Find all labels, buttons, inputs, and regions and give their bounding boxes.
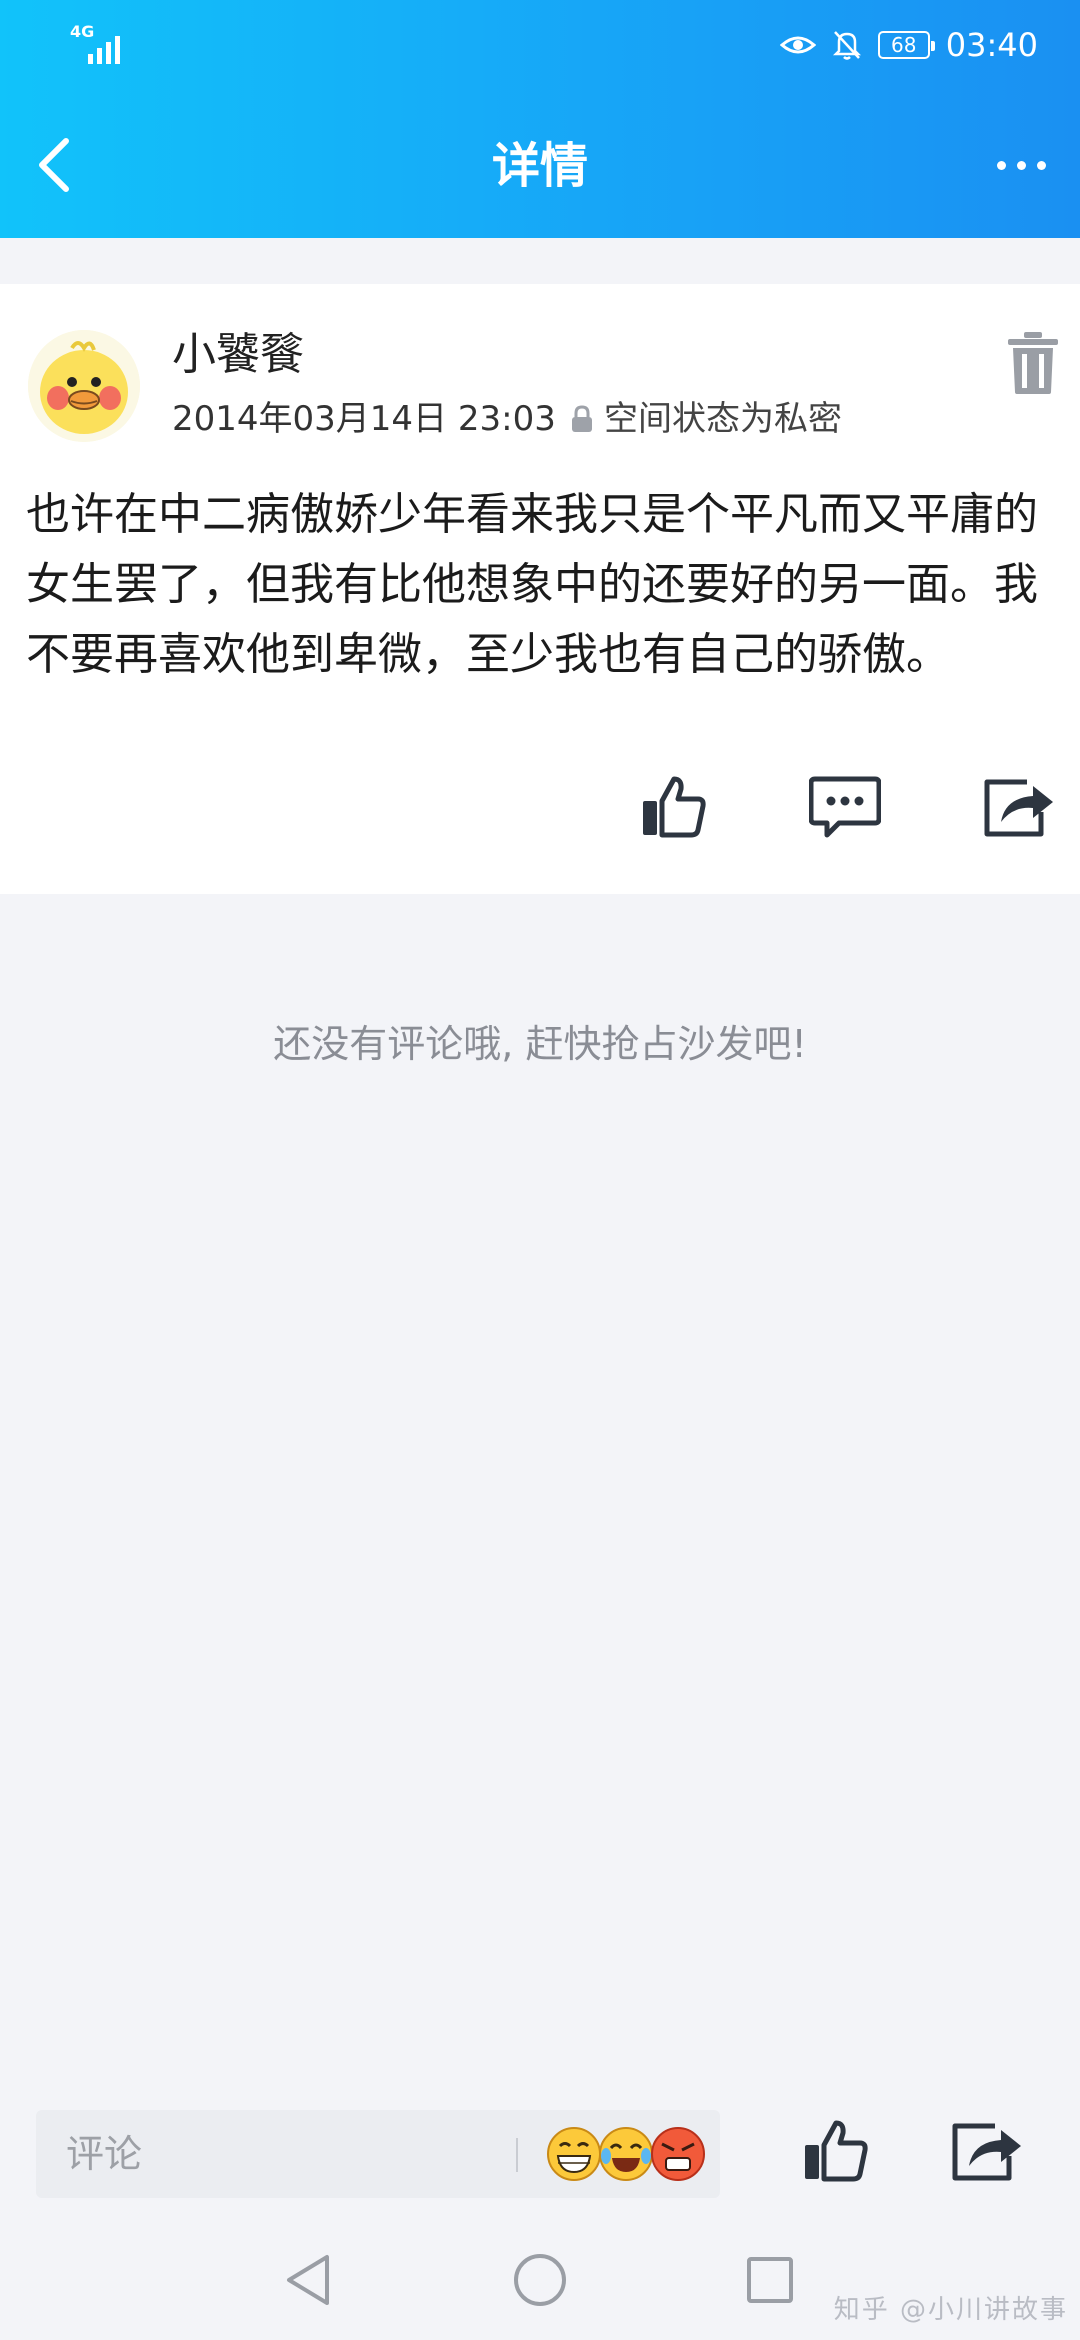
delete-button[interactable] xyxy=(1004,330,1062,396)
page-title: 详情 xyxy=(491,138,588,194)
watermark: 知乎 @小川讲故事 xyxy=(833,2295,1068,2325)
eye-icon xyxy=(779,36,816,54)
nav-home-button[interactable] xyxy=(508,2248,572,2312)
angry-emoji-icon xyxy=(651,2127,705,2181)
comment-input[interactable] xyxy=(66,2110,506,2198)
emoji-button[interactable] xyxy=(542,2126,712,2184)
comment-box[interactable] xyxy=(36,2110,720,2198)
clock: 03:40 xyxy=(945,26,1038,64)
empty-comments-message: 还没有评论哦, 赶快抢占沙发吧! xyxy=(273,1022,807,1066)
composer-like-button[interactable] xyxy=(798,2114,872,2188)
post-timestamp: 2014年03月14日 23:03 xyxy=(172,399,556,439)
divider xyxy=(516,2138,518,2172)
nav-back-button[interactable] xyxy=(276,2248,340,2312)
comment-button[interactable] xyxy=(808,770,882,844)
post-actions xyxy=(0,770,1080,860)
privacy-label: 空间状态为私密 xyxy=(604,399,842,439)
title-bar: 详情 xyxy=(0,110,1080,220)
circle-home-icon xyxy=(514,2254,566,2306)
system-nav-bar: 知乎 @小川讲故事 xyxy=(0,2220,1080,2340)
privacy-status: 空间状态为私密 xyxy=(570,398,842,440)
signal-icon: 4G xyxy=(70,24,126,64)
share-arrow-icon xyxy=(952,2123,1021,2181)
status-bar: 4G 68 03:40 xyxy=(0,0,1080,90)
post-card: 小饕餮 2014年03月14日 23:03 空间状态为私密 也许在中二病傲娇少年… xyxy=(0,284,1080,894)
author-name[interactable]: 小饕餮 xyxy=(172,328,304,382)
grin-emoji-icon xyxy=(547,2127,601,2181)
post-content: 也许在中二病傲娇少年看来我只是个平凡而又平庸的女生罢了，但我有比他想象中的还要好… xyxy=(26,489,1038,680)
more-dots-icon xyxy=(996,160,1006,170)
composer-share-button[interactable] xyxy=(950,2114,1024,2188)
avatar[interactable] xyxy=(28,330,140,442)
square-recents-icon xyxy=(747,2257,793,2303)
laugh-tears-emoji-icon xyxy=(599,2127,653,2181)
more-button[interactable] xyxy=(986,140,1056,190)
mute-bell-icon xyxy=(832,31,861,60)
comment-bubble-icon xyxy=(809,776,881,838)
lock-icon xyxy=(572,405,592,432)
thumbs-up-icon xyxy=(643,776,706,838)
triangle-back-icon xyxy=(287,2255,329,2305)
comment-composer xyxy=(0,2090,1080,2220)
share-button[interactable] xyxy=(982,770,1056,844)
battery-indicator: 68 xyxy=(877,31,935,59)
nav-recents-button[interactable] xyxy=(738,2248,802,2312)
thumbs-up-icon xyxy=(805,2120,868,2182)
trash-icon xyxy=(1008,332,1058,394)
like-button[interactable] xyxy=(636,770,710,844)
header-bar: 4G 68 03:40 详情 xyxy=(0,0,1080,238)
share-arrow-icon xyxy=(984,779,1053,837)
